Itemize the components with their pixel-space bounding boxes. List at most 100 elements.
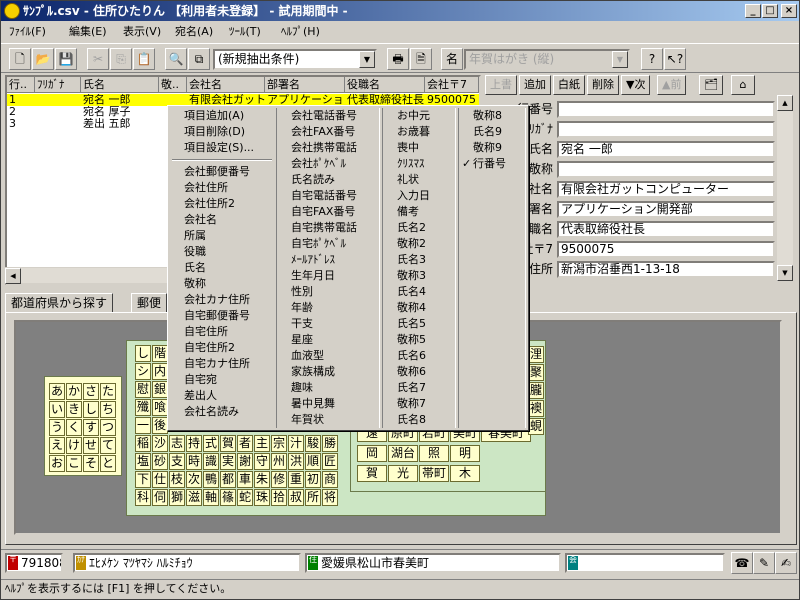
card-icon[interactable]: 🗂 (699, 75, 723, 95)
kanji-key[interactable]: 匠 (322, 453, 338, 470)
add-button[interactable]: 追加 (519, 75, 551, 95)
kanji-key[interactable]: 駿 (305, 435, 321, 452)
search-icon[interactable]: 🔍 (165, 48, 187, 70)
menu-item[interactable]: 自宅ﾎﾟｹﾍﾞﾙ (277, 236, 380, 252)
menu-item[interactable]: 星座 (277, 332, 380, 348)
kana-key[interactable]: き (66, 401, 82, 418)
menu-item[interactable]: 自宅FAX番号 (277, 204, 380, 220)
menu-item[interactable]: 会社郵便番号 (170, 164, 274, 180)
menu-item[interactable]: 血液型 (277, 348, 380, 364)
menu-item[interactable]: 項目削除(D) (170, 124, 274, 140)
kana-key[interactable]: そ (83, 455, 99, 472)
menu-item[interactable]: 自宅携帯電話 (277, 220, 380, 236)
new-file-icon[interactable]: 🗋 (9, 48, 31, 70)
kana-key[interactable]: う (49, 419, 65, 436)
menu-item[interactable]: 干支 (277, 316, 380, 332)
kanji-key[interactable]: 殲 (135, 399, 151, 416)
kana-key[interactable]: あ (49, 383, 65, 400)
menu-item[interactable]: 敬称3 (383, 268, 456, 284)
pen-icon[interactable]: ✍ (775, 552, 797, 574)
menu-item[interactable]: 会社住所2 (170, 196, 274, 212)
kanji-key[interactable]: 枝 (169, 471, 185, 488)
kana-key[interactable]: お (49, 455, 65, 472)
kanji-key[interactable]: 伺 (152, 489, 168, 506)
row-number-field[interactable] (557, 101, 775, 118)
kanji-key[interactable]: 式 (203, 435, 219, 452)
title-field[interactable]: 代表取締役社長 (557, 221, 775, 238)
menu-item[interactable]: 項目設定(S)... (170, 140, 274, 156)
menu-item[interactable]: 会社携帯電話 (277, 140, 380, 156)
menu-item[interactable]: 氏名6 (383, 348, 456, 364)
menu-item[interactable]: 氏名9 (459, 124, 526, 140)
kanji-key[interactable]: 洪 (288, 453, 304, 470)
kanji-key[interactable]: 蛇 (237, 489, 253, 506)
phone-icon[interactable]: ☎ (731, 552, 753, 574)
filter-combo[interactable]: (新規抽出条件) ▼ (213, 49, 377, 70)
col-header-honorific[interactable]: 敬.. (159, 77, 187, 93)
company-field[interactable]: 有限会社ガットコンピューター (557, 181, 775, 198)
kanji-key[interactable]: 所 (305, 489, 321, 506)
kanji-key[interactable]: 識 (203, 453, 219, 470)
company-address-field[interactable]: 新潟市沼垂西1-13-18 (557, 261, 775, 278)
kanji-key[interactable]: 一 (135, 417, 151, 434)
kanji-key[interactable]: 軸 (203, 489, 219, 506)
menu-item[interactable]: 所属 (170, 228, 274, 244)
kanji-key[interactable]: 主 (254, 435, 270, 452)
place-key[interactable]: 光 (388, 465, 418, 482)
kanji-key[interactable]: 朱 (254, 471, 270, 488)
overwrite-button[interactable]: 上書 (485, 75, 517, 95)
kanji-key[interactable]: 科 (135, 489, 151, 506)
chevron-down-icon[interactable]: ▼ (612, 51, 628, 68)
col-header-kana[interactable]: ﾌﾘｶﾞﾅ (35, 77, 81, 93)
kanji-key[interactable]: 時 (186, 453, 202, 470)
kanji-key[interactable]: 商 (322, 471, 338, 488)
kanji-key[interactable]: 実 (220, 453, 236, 470)
filter-icon[interactable]: ⧉ (188, 48, 210, 70)
menu-item[interactable]: 氏名3 (383, 252, 456, 268)
kanji-key[interactable]: 次 (186, 471, 202, 488)
kana-key[interactable]: と (100, 455, 116, 472)
scroll-down-icon[interactable]: ▼ (777, 265, 793, 281)
kanji-key[interactable]: 稲 (135, 435, 151, 452)
menu-address[interactable]: 宛名(A) (171, 24, 217, 40)
menu-item[interactable]: 自宅宛 (170, 372, 274, 388)
kanji-key[interactable]: 聚 (528, 364, 544, 381)
kanji-key[interactable]: 下 (135, 471, 151, 488)
kana-card[interactable]: あかさたいきしちうくすつえけせておこそと (44, 376, 122, 476)
place-key[interactable]: 岡 (357, 445, 387, 462)
menu-item[interactable]: 礼状 (383, 172, 456, 188)
menu-item[interactable]: 性別 (277, 284, 380, 300)
company-zip-field[interactable]: 9500075 (557, 241, 775, 258)
kana-key[interactable]: え (49, 437, 65, 454)
place-key[interactable]: 帯町 (419, 465, 449, 482)
kana-key[interactable]: ち (100, 401, 116, 418)
kanji-key[interactable]: し (135, 345, 151, 362)
kanji-key[interactable]: 塩 (135, 453, 151, 470)
kana-field[interactable] (557, 121, 775, 138)
name-field[interactable]: 宛名 一郎 (557, 141, 775, 158)
kanji-key[interactable]: 宗 (271, 435, 287, 452)
open-folder-icon[interactable]: 📂 (32, 48, 54, 70)
menu-item[interactable]: 氏名5 (383, 316, 456, 332)
menu-item[interactable]: 敬称4 (383, 300, 456, 316)
menu-item[interactable]: 差出人 (170, 388, 274, 404)
menu-edit[interactable]: 編集(E) (65, 24, 111, 40)
kanji-key[interactable]: 獅 (169, 489, 185, 506)
next-button[interactable]: ▼次 (621, 75, 651, 95)
menu-item[interactable]: 備考 (383, 204, 456, 220)
save-icon[interactable]: 💾 (55, 48, 77, 70)
kanji-key[interactable]: 守 (254, 453, 270, 470)
kanji-key[interactable]: 支 (169, 453, 185, 470)
menu-item[interactable]: 自宅住所2 (170, 340, 274, 356)
kana-key[interactable]: け (66, 437, 82, 454)
menu-item[interactable]: 会社名読み (170, 404, 274, 420)
menu-item[interactable]: 暑中見舞 (277, 396, 380, 412)
menu-item[interactable]: 年賀状 (277, 412, 380, 428)
kanji-key[interactable]: 鴨 (203, 471, 219, 488)
kanji-key[interactable]: 志 (169, 435, 185, 452)
detail-vertical-scrollbar[interactable]: ▲ ▼ (777, 95, 793, 281)
menu-item[interactable]: 喪中 (383, 140, 456, 156)
menu-item[interactable]: 敬称 (170, 276, 274, 292)
paste-icon[interactable]: 📋 (133, 48, 155, 70)
kana-key[interactable]: た (100, 383, 116, 400)
